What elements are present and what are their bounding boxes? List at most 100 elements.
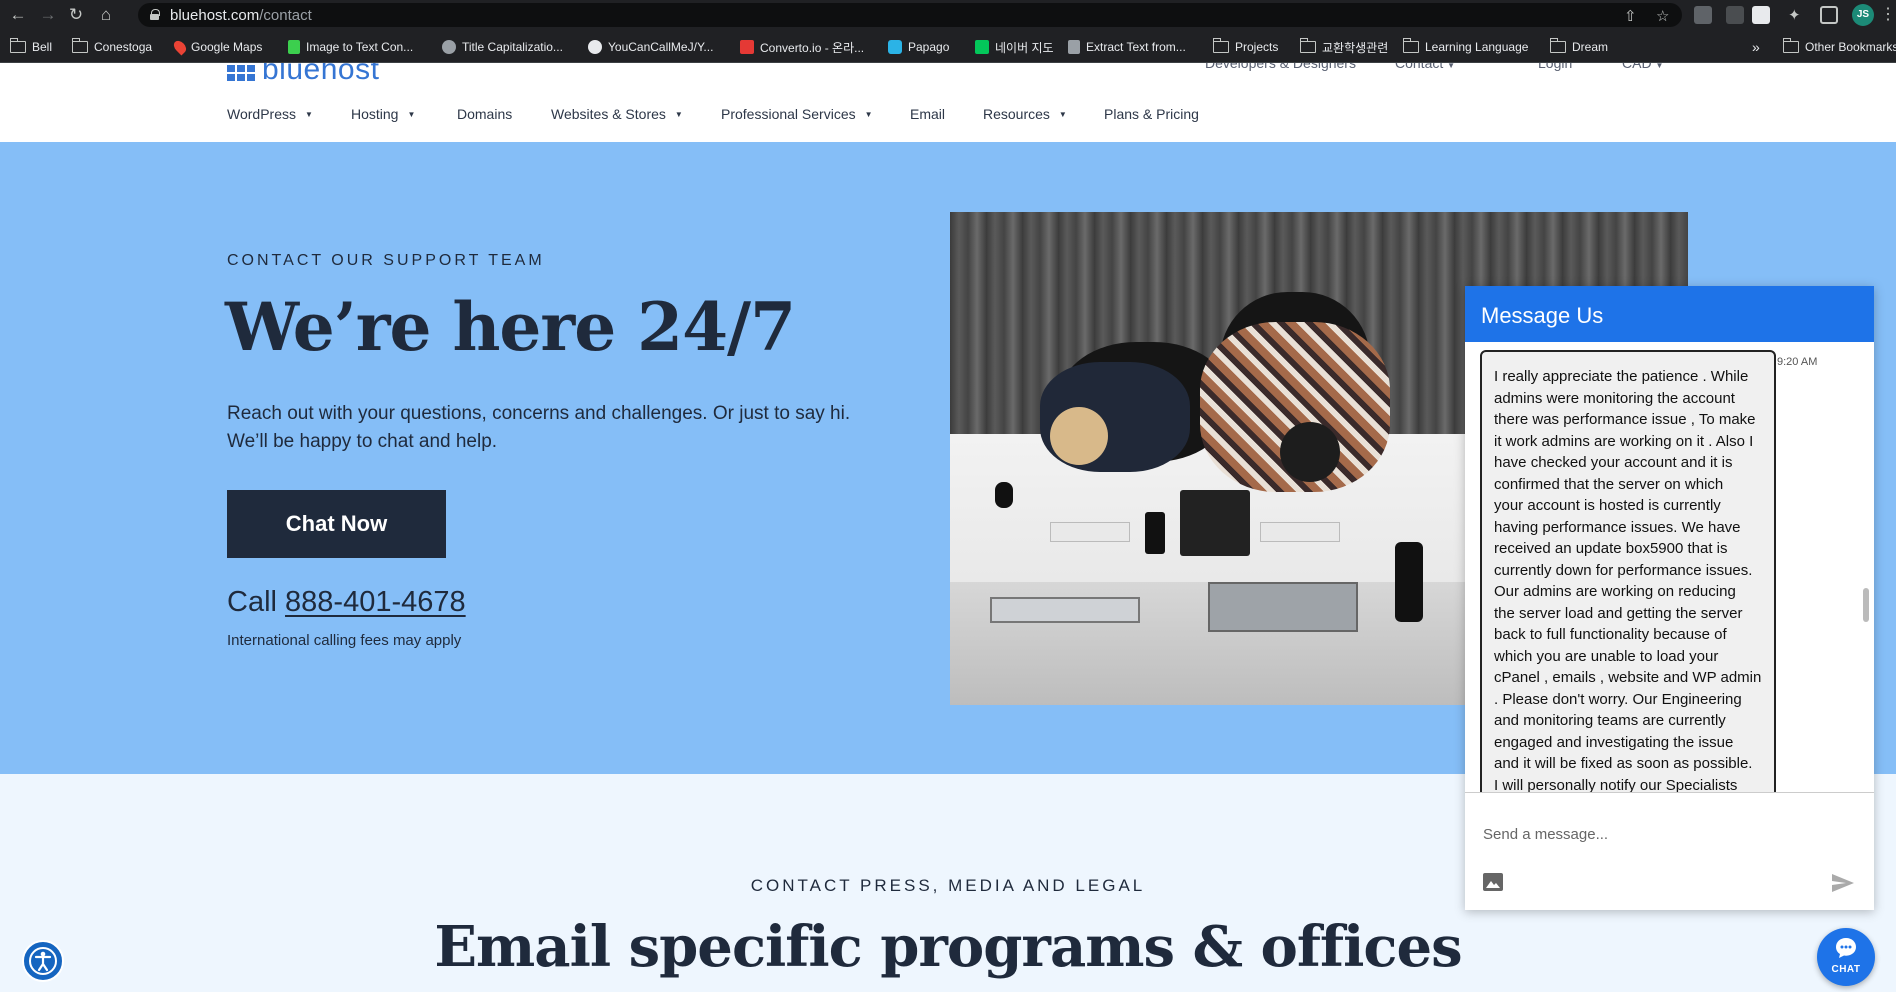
bookmark-label: Title Capitalizatio... bbox=[462, 40, 563, 54]
folder-icon bbox=[1213, 38, 1229, 53]
bookmark-github[interactable]: YouCanCallMeJ/Y... bbox=[588, 39, 713, 55]
qr-code-icon[interactable] bbox=[1752, 6, 1770, 24]
nav-label: Hosting bbox=[351, 106, 399, 122]
nav-plans-pricing[interactable]: Plans & Pricing bbox=[1104, 106, 1199, 122]
message-line: . Please don't worry. Our Engineering bbox=[1494, 690, 1742, 708]
message-line: your account is hosted is currently bbox=[1494, 497, 1721, 514]
currency-label: CAD bbox=[1622, 63, 1652, 71]
chevron-down-icon: ▼ bbox=[304, 109, 313, 119]
bookmark-star-icon[interactable]: ☆ bbox=[1656, 7, 1669, 25]
extract-text-icon bbox=[1068, 40, 1080, 54]
contact-link[interactable]: Contact ▼ bbox=[1395, 63, 1455, 71]
call-line: Call 888-401-4678 bbox=[227, 586, 466, 619]
message-timestamp: 9:20 AM bbox=[1777, 356, 1818, 368]
bookmark-google-maps[interactable]: Google Maps bbox=[171, 38, 262, 56]
message-bubble: I really appreciate the patience . While… bbox=[1480, 350, 1776, 792]
bluehost-logo-text[interactable]: bluehost bbox=[262, 63, 379, 87]
browser-menu-icon[interactable]: ⋮ bbox=[1880, 4, 1896, 24]
message-line: engaged and investigating the issue bbox=[1494, 733, 1734, 751]
chat-now-button[interactable]: Chat Now bbox=[227, 490, 446, 558]
extensions-puzzle-icon[interactable]: ✦ bbox=[1788, 6, 1806, 24]
nav-resources[interactable]: Resources ▼ bbox=[983, 106, 1067, 122]
message-scrollbar[interactable] bbox=[1863, 588, 1869, 622]
send-icon[interactable] bbox=[1831, 873, 1855, 893]
url-host: bluehost.com bbox=[170, 7, 260, 24]
bookmark-learning-language[interactable]: Learning Language bbox=[1403, 38, 1528, 55]
bookmarks-bar: Bell Conestoga Google Maps Image to Text… bbox=[0, 30, 1896, 63]
image-to-text-icon bbox=[288, 40, 300, 54]
attach-image-icon[interactable] bbox=[1483, 873, 1503, 891]
bookmark-title-capitalization[interactable]: Title Capitalizatio... bbox=[442, 39, 563, 55]
hero-subcopy-line: Reach out with your questions, concerns … bbox=[227, 403, 851, 424]
extension-icon[interactable] bbox=[1726, 6, 1744, 24]
nav-label: Plans & Pricing bbox=[1104, 106, 1199, 122]
nav-wordpress[interactable]: WordPress ▼ bbox=[227, 106, 313, 122]
chevron-down-icon: ▼ bbox=[1058, 109, 1067, 119]
bookmark-bell[interactable]: Bell bbox=[10, 38, 52, 55]
chat-launcher-button[interactable]: CHAT bbox=[1817, 928, 1875, 986]
call-prefix: Call bbox=[227, 586, 277, 618]
login-link[interactable]: Login bbox=[1538, 63, 1572, 71]
nav-email[interactable]: Email bbox=[910, 106, 945, 122]
developers-designers-link[interactable]: Developers & Designers bbox=[1205, 63, 1356, 71]
widget-header: Message Us bbox=[1465, 286, 1874, 342]
profile-avatar[interactable]: JS bbox=[1852, 4, 1874, 26]
share-icon[interactable]: ⇧ bbox=[1624, 7, 1637, 25]
message-line: received an update box5900 that is bbox=[1494, 540, 1728, 557]
converto-icon bbox=[740, 40, 754, 54]
url-text[interactable]: bluehost.com/contact bbox=[170, 7, 312, 24]
folder-icon bbox=[1783, 38, 1799, 53]
other-bookmarks[interactable]: Other Bookmarks bbox=[1783, 38, 1896, 55]
nav-websites-stores[interactable]: Websites & Stores ▼ bbox=[551, 106, 683, 122]
reload-icon[interactable]: ↻ bbox=[66, 5, 86, 25]
back-icon[interactable]: ← bbox=[8, 5, 28, 25]
bookmark-label: Extract Text from... bbox=[1086, 40, 1186, 54]
widget-divider bbox=[1465, 792, 1874, 793]
message-line: and it will be fixed as soon as possible… bbox=[1494, 755, 1753, 772]
bookmark-extract-text[interactable]: Extract Text from... bbox=[1068, 39, 1186, 55]
message-line: back to full functionality because of bbox=[1494, 626, 1727, 643]
nav-domains[interactable]: Domains bbox=[457, 106, 512, 122]
phone-link[interactable]: 888-401-4678 bbox=[285, 586, 466, 618]
message-line: confirmed that the server on which bbox=[1494, 475, 1724, 493]
bookmark-naver-map[interactable]: 네이버 지도 bbox=[975, 39, 1054, 55]
chevron-down-icon: ▼ bbox=[1655, 63, 1664, 70]
message-line: cPanel , emails , website and WP admin bbox=[1494, 669, 1762, 686]
message-input[interactable] bbox=[1483, 826, 1823, 843]
bookmark-projects[interactable]: Projects bbox=[1213, 38, 1278, 55]
home-icon[interactable]: ⌂ bbox=[96, 5, 116, 25]
chat-bubble-icon bbox=[1835, 937, 1857, 959]
bookmark-dream[interactable]: Dream bbox=[1550, 38, 1609, 55]
bookmark-papago[interactable]: Papago bbox=[888, 39, 949, 55]
naver-map-icon bbox=[975, 40, 989, 54]
nav-professional-services[interactable]: Professional Services ▼ bbox=[721, 106, 873, 122]
side-panel-icon[interactable] bbox=[1820, 6, 1838, 24]
bookmark-label: 교환학생관련 bbox=[1322, 40, 1389, 55]
forward-icon[interactable]: → bbox=[38, 5, 58, 25]
lock-icon[interactable] bbox=[150, 9, 160, 20]
message-line: and monitoring teams are currently bbox=[1494, 712, 1726, 729]
message-list[interactable]: 9:20 AM I really appreciate the patience… bbox=[1465, 342, 1874, 792]
bookmark-label: Dream bbox=[1572, 40, 1609, 54]
message-line: having performance issues. We have bbox=[1494, 518, 1741, 536]
message-line: it work admins are working on it . Also … bbox=[1494, 432, 1754, 450]
bookmark-conestoga[interactable]: Conestoga bbox=[72, 38, 152, 55]
message-line: currently down for performance issues. bbox=[1494, 561, 1753, 579]
bookmark-exchange-student[interactable]: 교환학생관련 bbox=[1300, 38, 1389, 55]
bookmark-image-to-text[interactable]: Image to Text Con... bbox=[288, 39, 413, 55]
bluehost-logo-icon[interactable] bbox=[227, 65, 255, 83]
currency-selector[interactable]: CAD ▼ bbox=[1622, 63, 1663, 71]
bookmarks-overflow-button[interactable]: » bbox=[1752, 39, 1760, 55]
address-bar[interactable]: bluehost.com/contact ⇧ ☆ bbox=[138, 3, 1682, 27]
press-title: Email specific programs & offices bbox=[434, 914, 1462, 980]
nav-hosting[interactable]: Hosting ▼ bbox=[351, 106, 415, 122]
bookmark-label: YouCanCallMeJ/Y... bbox=[608, 40, 714, 54]
camera-extension-icon[interactable] bbox=[1694, 6, 1712, 24]
bookmark-converto[interactable]: Converto.io - 온라... bbox=[740, 39, 864, 55]
folder-icon bbox=[72, 38, 88, 53]
message-us-widget: Message Us 9:20 AM I really appreciate t… bbox=[1465, 286, 1874, 910]
message-line: I will personally notify our Specialists bbox=[1494, 776, 1738, 793]
accessibility-icon[interactable] bbox=[22, 940, 64, 982]
url-path: /contact bbox=[259, 7, 312, 24]
nav-label: Resources bbox=[983, 106, 1050, 122]
